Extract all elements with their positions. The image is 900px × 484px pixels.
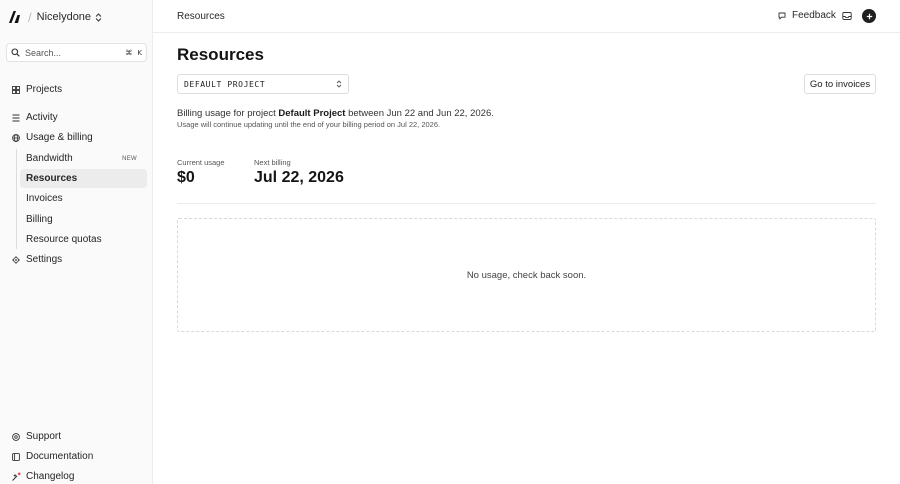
sidebar-item-label: Invoices bbox=[26, 193, 63, 204]
top-bar: Resources Feedback bbox=[153, 0, 900, 33]
speech-bubble-icon bbox=[778, 12, 786, 19]
current-usage-value: $0 bbox=[177, 169, 195, 186]
chevron-up-down-icon[interactable] bbox=[95, 12, 102, 22]
main-content: Resources Feedback Resources DEFAULT PRO… bbox=[153, 0, 900, 484]
sidebar: / Nicelydone Search... ⌘ K Projects Acti… bbox=[0, 0, 153, 484]
inbox-icon[interactable] bbox=[842, 11, 852, 21]
globe-icon bbox=[12, 133, 20, 142]
sidebar-item-label: Billing bbox=[26, 214, 53, 225]
sidebar-item-resource-quotas[interactable]: Resource quotas bbox=[20, 230, 147, 249]
search-icon bbox=[11, 48, 20, 57]
sidebar-item-activity[interactable]: Activity bbox=[6, 108, 147, 127]
sidebar-item-projects[interactable]: Projects bbox=[6, 80, 147, 99]
billing-note: Usage will continue updating until the e… bbox=[177, 120, 441, 129]
breadcrumb[interactable]: Resources bbox=[177, 11, 225, 22]
sidebar-item-bandwidth[interactable]: Bandwidth NEW bbox=[20, 149, 147, 168]
sidebar-item-support[interactable]: Support bbox=[6, 427, 147, 446]
create-button[interactable] bbox=[862, 9, 876, 23]
description-prefix: Billing usage for project bbox=[177, 108, 279, 119]
sidebar-item-label: Settings bbox=[26, 254, 63, 265]
description-suffix: between Jun 22 and Jun 22, 2026. bbox=[345, 108, 494, 119]
team-name[interactable]: Nicelydone bbox=[37, 11, 91, 23]
sidebar-item-label: Activity bbox=[26, 112, 58, 123]
list-icon bbox=[12, 114, 20, 121]
sidebar-item-invoices[interactable]: Invoices bbox=[20, 189, 147, 208]
go-to-invoices-button[interactable]: Go to invoices bbox=[804, 74, 876, 94]
sidebar-item-label: Usage & billing bbox=[26, 132, 93, 143]
app-logo-icon bbox=[9, 11, 20, 23]
sidebar-item-usage-billing[interactable]: Usage & billing bbox=[6, 128, 147, 147]
book-icon bbox=[12, 452, 20, 461]
next-billing-value: Jul 22, 2026 bbox=[254, 169, 344, 186]
feedback-button[interactable]: Feedback bbox=[778, 10, 836, 21]
sidebar-item-label: Changelog bbox=[26, 471, 75, 482]
sidebar-item-label: Resource quotas bbox=[26, 234, 102, 245]
next-billing-label: Next billing bbox=[254, 158, 291, 167]
search-input[interactable]: Search... ⌘ K bbox=[6, 43, 147, 62]
shortcut-key: K bbox=[137, 48, 142, 57]
shortcut-cmd: ⌘ bbox=[125, 48, 133, 57]
empty-state-message: No usage, check back soon. bbox=[466, 270, 587, 281]
grid-icon bbox=[12, 85, 20, 94]
chevron-up-down-icon bbox=[336, 80, 342, 88]
new-badge: NEW bbox=[122, 155, 137, 162]
project-name: Default Project bbox=[278, 108, 346, 119]
sidebar-item-label: Documentation bbox=[26, 451, 94, 462]
billing-description: Billing usage for project Default Projec… bbox=[177, 108, 494, 119]
sidebar-item-billing[interactable]: Billing bbox=[20, 210, 147, 229]
plus-icon bbox=[866, 13, 872, 19]
empty-state: No usage, check back soon. bbox=[177, 218, 876, 332]
sidebar-item-resources[interactable]: Resources bbox=[20, 169, 147, 188]
project-select-value: DEFAULT PROJECT bbox=[184, 79, 266, 89]
divider bbox=[177, 203, 876, 204]
current-usage-label: Current usage bbox=[177, 158, 225, 167]
page-title: Resources bbox=[177, 45, 264, 64]
submenu-guide-line bbox=[16, 149, 17, 249]
sidebar-item-documentation[interactable]: Documentation bbox=[6, 447, 147, 466]
team-switcher[interactable]: / Nicelydone bbox=[8, 8, 102, 26]
team-separator: / bbox=[28, 9, 32, 25]
help-circle-icon bbox=[12, 432, 20, 441]
sparkle-icon bbox=[12, 472, 21, 481]
notification-dot bbox=[17, 472, 21, 475]
gear-icon bbox=[12, 255, 20, 264]
sidebar-item-label: Support bbox=[26, 431, 62, 442]
search-placeholder: Search... bbox=[25, 47, 62, 58]
sidebar-item-settings[interactable]: Settings bbox=[6, 250, 147, 269]
sidebar-item-changelog[interactable]: Changelog bbox=[6, 467, 147, 484]
sidebar-item-label: Bandwidth bbox=[26, 153, 73, 164]
project-select[interactable]: DEFAULT PROJECT bbox=[177, 74, 349, 94]
sidebar-item-label: Resources bbox=[26, 173, 78, 184]
sidebar-item-label: Projects bbox=[26, 84, 63, 95]
feedback-label: Feedback bbox=[792, 10, 836, 21]
